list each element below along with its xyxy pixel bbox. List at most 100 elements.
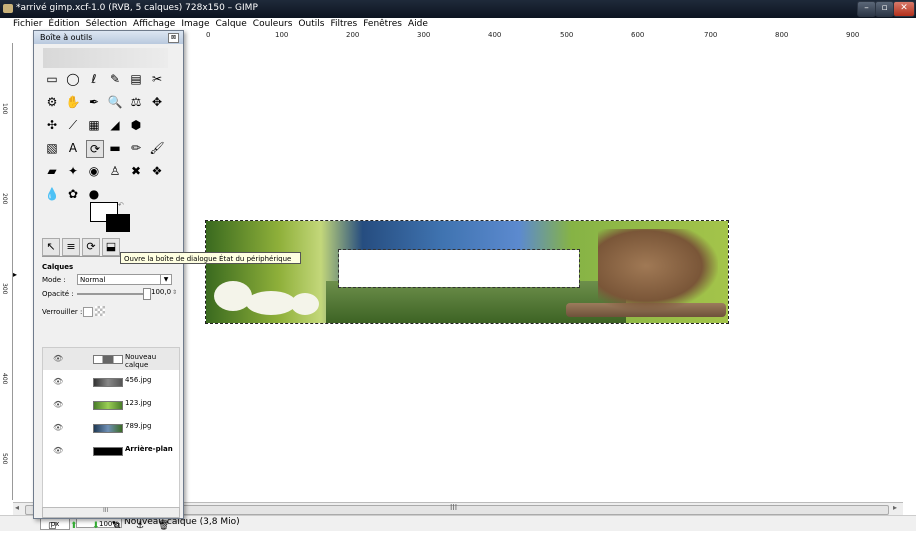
ruler-label: 400 (488, 31, 502, 39)
ink-icon[interactable]: ◉ (86, 163, 102, 179)
eraser-icon[interactable]: ▰ (44, 163, 60, 179)
measure-icon[interactable]: ⚖ (128, 94, 144, 110)
wilber-drop-area[interactable] (43, 48, 168, 68)
toolbox-window: Boîte à outils ⊠ ▭ ◯ ℓ ✎ ▤ ✂ ⚙ ✋ ✒ 🔍 ⚖ ✥ ✣ ⟋ ▦ ◢ ⬢ ▧ A ⟳ ▬ ✏ 🖌… (33, 30, 184, 531)
tab-layers[interactable]: ≡ (62, 238, 80, 256)
minimize-button[interactable]: – (857, 1, 876, 17)
scrollbar-grip: III (103, 507, 109, 514)
blur-icon[interactable]: ✿ (65, 186, 81, 202)
clone-icon[interactable]: ♙ (107, 163, 123, 179)
tab-device-status[interactable]: ⬓ (102, 238, 120, 256)
blend-icon[interactable]: ▬ (107, 140, 123, 156)
toolbox-title: Boîte à outils (40, 33, 93, 42)
menu-fenetres[interactable]: Fenêtres (360, 18, 405, 31)
shear-icon[interactable]: ⬢ (128, 117, 144, 133)
scroll-right-arrow-icon[interactable]: ▸ (893, 503, 897, 512)
lock-pixels-checkbox[interactable] (83, 307, 93, 317)
layer-name: Nouveau calque (125, 353, 157, 369)
dodge-icon[interactable]: 💧 (44, 186, 60, 202)
layer-list: 👁 Nouveau calque 👁 456.jpg 👁 123.jpg 👁 789.jpg 👁… (42, 347, 180, 509)
eye-icon[interactable]: 👁 (53, 446, 63, 455)
maximize-button[interactable]: ▫ (875, 1, 894, 17)
paintbrush-icon[interactable]: 🖌 (149, 140, 165, 156)
toolbox-titlebar[interactable]: Boîte à outils ⊠ (34, 31, 183, 44)
layers-scrollbar[interactable]: III (42, 507, 180, 518)
crop-icon[interactable]: ⟋ (65, 117, 81, 133)
scroll-left-arrow-icon[interactable]: ◂ (15, 503, 19, 512)
smudge-icon[interactable]: ❖ (149, 163, 165, 179)
ruler-label: 800 (775, 31, 789, 39)
ruler-label: 100 (1, 103, 8, 115)
ruler-label: 600 (631, 31, 645, 39)
mode-value: Normal (80, 276, 106, 284)
sparrow-bird (598, 229, 718, 311)
lock-alpha-icon[interactable] (95, 306, 105, 316)
pencil-icon[interactable]: ✏ (128, 140, 144, 156)
window-title: *arrivé gimp.xcf-1.0 (RVB, 5 calques) 72… (16, 3, 258, 13)
close-button[interactable]: ✕ (893, 1, 915, 17)
layer-row[interactable]: 👁 789.jpg (43, 417, 179, 439)
tab-undo[interactable]: ⟳ (82, 238, 100, 256)
toolbox-close-icon[interactable]: ⊠ (168, 33, 179, 43)
tab-tool-options[interactable]: ↖ (42, 238, 60, 256)
scissors-icon[interactable]: ✂ (149, 71, 165, 87)
eye-icon[interactable]: 👁 (53, 400, 63, 409)
ruler-label: 300 (417, 31, 431, 39)
lock-label: Verrouiller : (42, 308, 83, 316)
align-icon[interactable]: ✣ (44, 117, 60, 133)
menu-calque[interactable]: Calque (213, 18, 250, 31)
layer-row[interactable]: 👁 Nouveau calque (43, 348, 179, 370)
opacity-slider[interactable] (77, 293, 147, 295)
white-text-box[interactable] (338, 249, 580, 288)
menu-outils[interactable]: Outils (295, 18, 327, 31)
opacity-slider-knob[interactable] (143, 288, 151, 300)
fuzzy-select-icon[interactable]: ✎ (107, 71, 123, 87)
heal-icon[interactable]: ✖ (128, 163, 144, 179)
paths-icon[interactable]: ✋ (65, 94, 81, 110)
image-canvas[interactable] (205, 220, 729, 324)
ruler-label: 500 (560, 31, 574, 39)
layer-thumbnail (93, 447, 123, 456)
perspective-icon[interactable]: ▧ (44, 140, 60, 156)
mode-label: Mode : (42, 276, 66, 284)
chevron-down-icon[interactable]: ▼ (160, 275, 171, 284)
rotate-icon[interactable]: ▦ (86, 117, 102, 133)
menu-filtres[interactable]: Filtres (327, 18, 360, 31)
flip-icon[interactable]: ⟳ (86, 140, 104, 158)
move-icon[interactable]: ✥ (149, 94, 165, 110)
title-bar: *arrivé gimp.xcf-1.0 (RVB, 5 calques) 72… (0, 0, 916, 18)
layer-thumbnail (93, 401, 123, 410)
foreground-select-icon[interactable]: ⚙ (44, 94, 60, 110)
rect-select-icon[interactable]: ▭ (44, 71, 60, 87)
menu-aide[interactable]: Aide (405, 18, 431, 31)
color-select-icon[interactable]: ▤ (128, 71, 144, 87)
layer-name: 123.jpg (125, 399, 152, 407)
ruler-label: 700 (704, 31, 718, 39)
menu-couleurs[interactable]: Couleurs (250, 18, 296, 31)
layer-row[interactable]: 👁 123.jpg (43, 394, 179, 416)
text-tool-icon[interactable]: A (65, 140, 81, 156)
free-select-icon[interactable]: ℓ (86, 71, 102, 87)
opacity-value[interactable]: 100,0 (151, 288, 171, 296)
layer-row[interactable]: 👁 Arrière-plan (43, 440, 179, 462)
layer-row[interactable]: 👁 456.jpg (43, 371, 179, 393)
eye-icon[interactable]: 👁 (53, 377, 63, 386)
eye-icon[interactable]: 👁 (53, 354, 63, 363)
airbrush-icon[interactable]: ✦ (65, 163, 81, 179)
vertical-ruler[interactable]: 100 200 300 400 500 (0, 43, 13, 500)
swap-colors-icon[interactable]: ↶ (118, 201, 124, 209)
gimp-app-icon (3, 4, 13, 13)
eye-icon[interactable]: 👁 (53, 423, 63, 432)
background-color[interactable] (106, 214, 130, 232)
color-picker-icon[interactable]: ✒ (86, 94, 102, 110)
opacity-spinner-icon[interactable]: ⇕ (172, 289, 177, 296)
scrollbar-grip: III (450, 503, 458, 512)
scale-icon[interactable]: ◢ (107, 117, 123, 133)
layer-buttons: ▢ ⬆ ⬇ ⧉ ⚓ 🗑 (42, 521, 178, 535)
opacity-label: Opacité : (42, 290, 74, 298)
bucket-fill-icon[interactable]: ● (86, 186, 102, 202)
layer-thumbnail (93, 355, 123, 364)
zoom-icon[interactable]: 🔍 (107, 94, 123, 110)
mode-select[interactable]: Normal ▼ (77, 274, 172, 285)
ellipse-select-icon[interactable]: ◯ (65, 71, 81, 87)
